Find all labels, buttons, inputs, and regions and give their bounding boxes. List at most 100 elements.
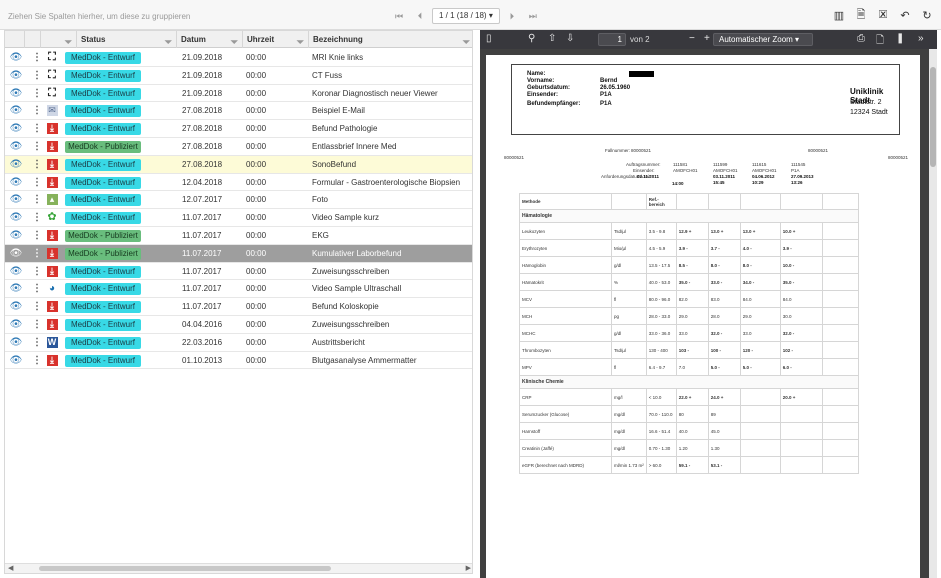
row-menu-icon[interactable]: ⋮	[32, 174, 40, 191]
row-menu-icon[interactable]: ⋮	[32, 156, 40, 173]
find-icon[interactable]: ⚲	[528, 33, 535, 44]
view-icon[interactable]: 👁	[9, 298, 23, 315]
header-status[interactable]: Status ⏷	[77, 31, 177, 48]
page-number-input[interactable]: 1	[598, 33, 626, 46]
horizontal-scrollbar[interactable]: ◀ ▶	[5, 563, 472, 573]
pdf-export-icon[interactable]: 🗎	[853, 8, 869, 22]
header-type-col: ⏷	[41, 31, 77, 48]
panel-icon[interactable]: ▥	[831, 8, 847, 22]
table-row[interactable]: 👁 ⋮ ⛶ MedDok - Entwurf 21.09.2018 00:00 CT Fus…	[5, 67, 472, 85]
table-row[interactable]: 👁 ⋮ ◕ MedDok - Entwurf 11.07.2017 00:00 Video …	[5, 280, 472, 299]
table-row[interactable]: 👁 ⋮ W MedDok - Entwurf 22.03.2016 00:00 Austri…	[5, 334, 472, 352]
row-menu-icon[interactable]: ⋮	[32, 334, 40, 351]
description-cell: EKG	[312, 230, 329, 240]
lab-row: MPV fl 6.4 - 9.7 7.0 5.0 -5.0 -6.0 -	[519, 358, 860, 376]
view-icon[interactable]: 👁	[9, 120, 23, 137]
first-page-button[interactable]: ⏮	[390, 8, 408, 24]
view-icon[interactable]: 👁	[9, 156, 23, 173]
header-date[interactable]: Datum ⏷	[177, 31, 243, 48]
sidebar-toggle-icon[interactable]: ▯	[486, 33, 492, 44]
last-page-button[interactable]: ⏭	[524, 8, 542, 24]
print-icon[interactable]: ⎙	[857, 33, 865, 44]
table-row[interactable]: 👁 ⋮ ⤓ MedDok - Entwurf 11.07.2017 00:00 Befund…	[5, 298, 472, 316]
row-menu-icon[interactable]: ⋮	[32, 227, 40, 244]
view-icon[interactable]: 👁	[9, 227, 23, 244]
row-menu-icon[interactable]: ⋮	[32, 67, 40, 84]
view-icon[interactable]: 👁	[9, 191, 23, 208]
table-row[interactable]: 👁 ⋮ ⤓ MedDok - Publiziert 11.07.2017 00:00 Kum…	[5, 244, 472, 263]
view-icon[interactable]: 👁	[9, 245, 23, 262]
next-page-icon[interactable]: ⇩	[566, 33, 574, 44]
table-row[interactable]: 👁 ⋮ ⤓ MedDok - Entwurf 11.07.2017 00:00 Zuweis…	[5, 263, 472, 281]
empty-cell	[821, 324, 860, 342]
bookmark-icon[interactable]: ❚	[896, 33, 904, 44]
view-icon[interactable]: 👁	[9, 49, 23, 66]
row-menu-icon[interactable]: ⋮	[32, 263, 40, 280]
zoom-in-icon[interactable]: +	[704, 33, 710, 44]
table-row[interactable]: 👁 ⋮ ⤓ MedDok - Publiziert 27.08.2018 00:00 Ent…	[5, 138, 472, 156]
zoom-select[interactable]: Automatischer Zoom ▾	[713, 33, 813, 46]
view-icon[interactable]: 👁	[9, 209, 23, 226]
table-row[interactable]: 👁 ⋮ ⛶ MedDok - Entwurf 21.09.2018 00:00 Korona…	[5, 85, 472, 103]
more-tools-icon[interactable]: »	[918, 33, 924, 44]
excel-export-icon[interactable]: 🗷	[875, 8, 891, 22]
page-select[interactable]: 1 / 1 (18 / 18) ▾	[432, 8, 500, 24]
empty-cell	[821, 422, 860, 440]
view-icon[interactable]: 👁	[9, 316, 23, 333]
table-row[interactable]: 👁 ⋮ ⤓ MedDok - Entwurf 12.04.2018 00:00 Formul…	[5, 174, 472, 192]
prev-page-button[interactable]: ⏴	[411, 8, 429, 24]
scroll-left-icon[interactable]: ◀	[8, 564, 13, 572]
row-menu-icon[interactable]: ⋮	[32, 245, 40, 262]
row-menu-icon[interactable]: ⋮	[32, 280, 40, 297]
method-header: Methode	[519, 193, 612, 210]
view-icon[interactable]: 👁	[9, 263, 23, 280]
table-row[interactable]: 👁 ⋮ ✿ MedDok - Entwurf 11.07.2017 00:00 Video …	[5, 209, 472, 227]
table-row[interactable]: 👁 ⋮ ⛶ MedDok - Entwurf 21.09.2018 00:00 MRI Kn…	[5, 49, 472, 67]
value-cell: 3.7 -	[707, 239, 741, 257]
view-icon[interactable]: 👁	[9, 102, 23, 119]
view-icon[interactable]: 👁	[9, 334, 23, 351]
row-menu-icon[interactable]: ⋮	[32, 138, 40, 155]
row-menu-icon[interactable]: ⋮	[32, 298, 40, 315]
table-row[interactable]: 👁 ⋮ ⤓ MedDok - Entwurf 27.08.2018 00:00 SonoBe…	[5, 155, 472, 174]
header-time[interactable]: Uhrzeit ⏷	[243, 31, 309, 48]
row-menu-icon[interactable]: ⋮	[32, 352, 40, 369]
status-cell: MedDok - Entwurf	[65, 191, 163, 208]
header-description[interactable]: Bezeichnung ⏷	[309, 31, 472, 48]
zoom-out-icon[interactable]: −	[689, 33, 695, 44]
row-menu-icon[interactable]: ⋮	[32, 102, 40, 119]
view-icon[interactable]: 👁	[9, 352, 23, 369]
scroll-thumb[interactable]	[39, 566, 331, 571]
table-row[interactable]: 👁 ⋮ ▴ MedDok - Entwurf 12.07.2017 00:00 Foto	[5, 191, 472, 210]
view-icon[interactable]: 👁	[9, 280, 23, 297]
table-row[interactable]: 👁 ⋮ ⤓ MedDok - Entwurf 01.10.2013 00:00 Blutga…	[5, 352, 472, 370]
view-icon[interactable]: 👁	[9, 85, 23, 102]
status-badge: MedDok - Entwurf	[65, 194, 141, 207]
save-icon[interactable]: 🗋	[876, 33, 884, 50]
row-menu-icon[interactable]: ⋮	[32, 85, 40, 102]
method-cell: Harnstoff	[519, 422, 612, 440]
prev-page-icon[interactable]: ⇧	[548, 33, 556, 44]
row-menu-icon[interactable]: ⋮	[32, 316, 40, 333]
undo-icon[interactable]: ↶	[897, 8, 913, 22]
row-menu-icon[interactable]: ⋮	[32, 49, 40, 66]
table-row[interactable]: 👁 ⋮ ⤓ MedDok - Publiziert 11.07.2017 00:00 EKG	[5, 227, 472, 245]
value-cell: 102 -	[779, 341, 823, 359]
table-row[interactable]: 👁 ⋮ ⤓ MedDok - Entwurf 27.08.2018 00:00 Befund…	[5, 120, 472, 138]
row-menu-icon[interactable]: ⋮	[32, 209, 40, 226]
refresh-icon[interactable]: ↻	[919, 8, 935, 22]
group-by-hint[interactable]: Ziehen Sie Spalten hierher, um diese zu …	[8, 12, 190, 21]
order-sender: AMOFCH01	[713, 168, 738, 173]
row-menu-icon[interactable]: ⋮	[32, 120, 40, 137]
col-5	[821, 193, 860, 210]
next-page-button[interactable]: ⏵	[503, 8, 521, 24]
scroll-right-icon[interactable]: ▶	[466, 564, 471, 572]
viewer-scrollbar[interactable]	[929, 49, 937, 578]
view-icon[interactable]: 👁	[9, 174, 23, 191]
viewer-scroll-thumb[interactable]	[930, 67, 936, 167]
table-row[interactable]: 👁 ⋮ ⤓ MedDok - Entwurf 04.04.2016 00:00 Zuweis…	[5, 316, 472, 334]
row-menu-icon[interactable]: ⋮	[32, 191, 40, 208]
view-icon[interactable]: 👁	[9, 138, 23, 155]
table-row[interactable]: 👁 ⋮ ✉ MedDok - Entwurf 27.08.2018 00:00 Beispi…	[5, 102, 472, 121]
view-icon[interactable]: 👁	[9, 67, 23, 84]
